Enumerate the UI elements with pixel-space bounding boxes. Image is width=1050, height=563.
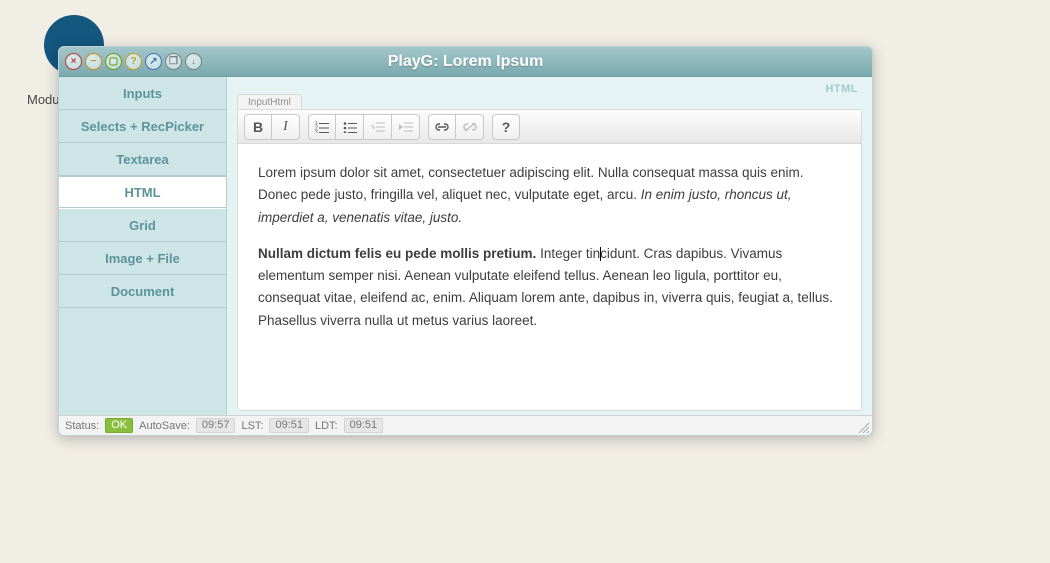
unlink-button[interactable] — [456, 114, 484, 140]
bold-button[interactable]: B — [244, 114, 272, 140]
sidebar-item-grid[interactable]: Grid — [59, 209, 226, 242]
italic-button[interactable]: I — [272, 114, 300, 140]
editor-tabrow: InputHtml — [237, 91, 862, 109]
paragraph-2: Nullam dictum felis eu pede mollis preti… — [258, 243, 841, 332]
html-editor: B I 123 — [237, 109, 862, 411]
unordered-list-button[interactable] — [336, 114, 364, 140]
p2-before-caret: Integer tin — [536, 246, 600, 261]
p2-bold: Nullam dictum felis eu pede mollis preti… — [258, 246, 536, 261]
status-label: Status: — [65, 420, 99, 432]
playg-window: × − ▢ ? ↗ ❐ ↓ PlayG: Lorem Ipsum Inputs … — [58, 46, 873, 436]
bg-module-label: Modu — [27, 92, 60, 107]
indent-button[interactable] — [392, 114, 420, 140]
window-statusbar: Status: OK AutoSave: 09:57 LST: 09:51 LD… — [59, 415, 872, 435]
editor-help-button[interactable]: ? — [492, 114, 520, 140]
autosave-label: AutoSave: — [139, 420, 190, 432]
sidebar-item-image[interactable]: Image + File — [59, 242, 226, 275]
editor-toolbar: B I 123 — [238, 110, 861, 144]
lst-time: 09:51 — [269, 418, 309, 433]
lst-label: LST: — [241, 420, 263, 432]
sidebar-item-html[interactable]: HTML — [59, 176, 226, 209]
window-body: Inputs Selects + RecPicker Textarea HTML… — [59, 77, 872, 415]
link-button[interactable] — [428, 114, 456, 140]
close-icon[interactable]: × — [65, 53, 82, 70]
editor-content-area[interactable]: Lorem ipsum dolor sit amet, consectetuer… — [238, 144, 861, 410]
status-badge: OK — [105, 418, 133, 433]
expand-icon[interactable]: ↗ — [145, 53, 162, 70]
sidebar-item-selects[interactable]: Selects + RecPicker — [59, 110, 226, 143]
minimize-icon[interactable]: − — [85, 53, 102, 70]
ldt-time: 09:51 — [344, 418, 384, 433]
save-disk-icon[interactable]: ▢ — [105, 53, 122, 70]
main-panel: HTML InputHtml B I 123 — [227, 77, 872, 415]
sidebar-item-inputs[interactable]: Inputs — [59, 77, 226, 110]
sidebar-nav: Inputs Selects + RecPicker Textarea HTML… — [59, 77, 227, 415]
ordered-list-button[interactable]: 123 — [308, 114, 336, 140]
collapse-down-icon[interactable]: ↓ — [185, 53, 202, 70]
resize-handle-icon[interactable] — [857, 421, 869, 433]
copy-icon[interactable]: ❐ — [165, 53, 182, 70]
autosave-time: 09:57 — [196, 418, 236, 433]
paragraph-1: Lorem ipsum dolor sit amet, consectetuer… — [258, 162, 841, 229]
sidebar-item-document[interactable]: Document — [59, 275, 226, 308]
window-titlebar[interactable]: × − ▢ ? ↗ ❐ ↓ PlayG: Lorem Ipsum — [59, 47, 872, 77]
svg-text:3: 3 — [315, 130, 318, 133]
ldt-label: LDT: — [315, 420, 338, 432]
sidebar-item-textarea[interactable]: Textarea — [59, 143, 226, 176]
help-icon[interactable]: ? — [125, 53, 142, 70]
outdent-button[interactable] — [364, 114, 392, 140]
tab-inputhtml[interactable]: InputHtml — [237, 94, 302, 109]
window-control-group: × − ▢ ? ↗ ❐ ↓ — [65, 53, 202, 70]
panel-type-label: HTML — [825, 83, 858, 95]
